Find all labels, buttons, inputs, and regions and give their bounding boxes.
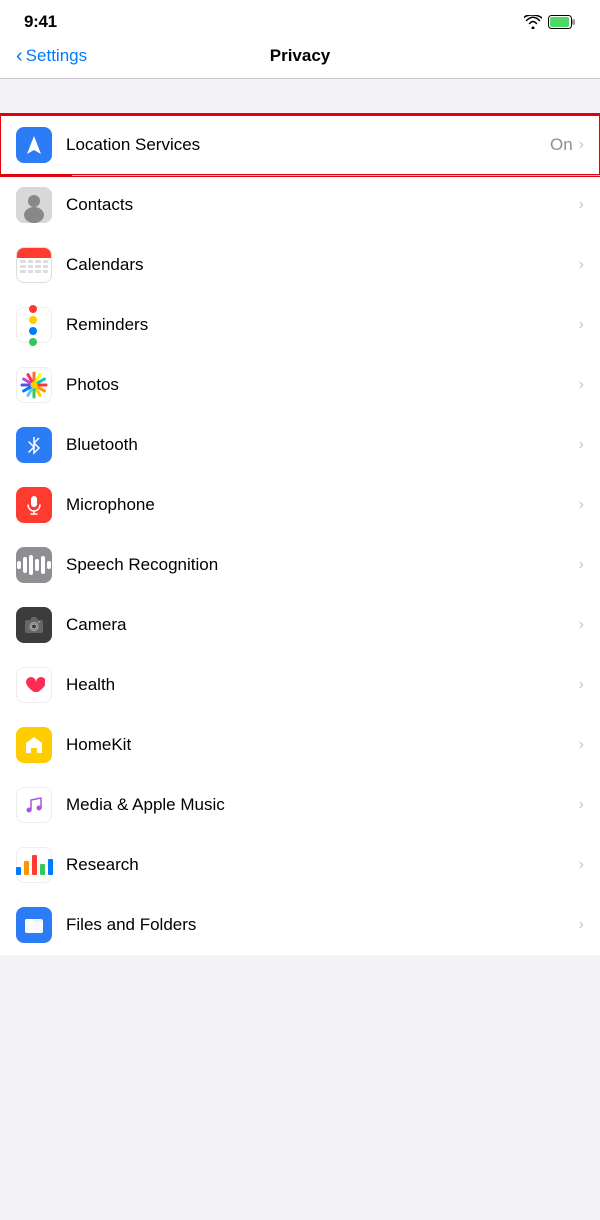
camera-icon [16, 607, 52, 643]
back-label: Settings [26, 46, 87, 66]
chevron-icon: › [579, 736, 584, 754]
settings-row-camera[interactable]: Camera› [0, 595, 600, 655]
row-label-media-apple-music: Media & Apple Music [66, 795, 579, 815]
row-value-location-services: On [550, 135, 573, 155]
settings-row-calendars[interactable]: Calendars› [0, 235, 600, 295]
battery-icon [548, 15, 576, 29]
row-label-health: Health [66, 675, 579, 695]
settings-row-location-services[interactable]: Location ServicesOn › [0, 115, 600, 175]
chevron-icon: › [579, 556, 584, 574]
back-chevron-icon: ‹ [16, 45, 23, 68]
chevron-icon: › [579, 316, 584, 334]
status-icons [524, 15, 576, 29]
settings-row-microphone[interactable]: Microphone› [0, 475, 600, 535]
row-label-contacts: Contacts [66, 195, 579, 215]
row-label-bluetooth: Bluetooth [66, 435, 579, 455]
row-label-calendars: Calendars [66, 255, 579, 275]
reminders-icon [16, 307, 52, 343]
row-label-homekit: HomeKit [66, 735, 579, 755]
settings-row-health[interactable]: Health› [0, 655, 600, 715]
page-title: Privacy [270, 46, 331, 66]
microphone-icon [16, 487, 52, 523]
chevron-icon: › [579, 136, 584, 154]
location-icon [16, 127, 52, 163]
health-icon [16, 667, 52, 703]
status-time: 9:41 [24, 12, 57, 32]
chevron-icon: › [579, 496, 584, 514]
chevron-icon: › [579, 436, 584, 454]
row-label-location-services: Location Services [66, 135, 550, 155]
bluetooth-icon [16, 427, 52, 463]
chevron-icon: › [579, 256, 584, 274]
settings-row-speech-recognition[interactable]: Speech Recognition› [0, 535, 600, 595]
research-icon [16, 847, 52, 883]
settings-row-contacts[interactable]: Contacts› [0, 175, 600, 235]
music-icon [16, 787, 52, 823]
settings-list: Location ServicesOn› Contacts› Calendars… [0, 115, 600, 955]
chevron-icon: › [579, 796, 584, 814]
chevron-icon: › [579, 676, 584, 694]
row-label-files-and-folders: Files and Folders [66, 915, 579, 935]
files-icon [16, 907, 52, 943]
settings-row-research[interactable]: Research› [0, 835, 600, 895]
chevron-icon: › [579, 616, 584, 634]
status-bar: 9:41 [0, 0, 600, 40]
nav-bar: ‹ Settings Privacy [0, 40, 600, 79]
row-label-microphone: Microphone [66, 495, 579, 515]
settings-row-homekit[interactable]: HomeKit› [0, 715, 600, 775]
settings-row-reminders[interactable]: Reminders› [0, 295, 600, 355]
row-label-camera: Camera [66, 615, 579, 635]
photos-icon [16, 367, 52, 403]
settings-row-photos[interactable]: Photos› [0, 355, 600, 415]
row-label-speech-recognition: Speech Recognition [66, 555, 579, 575]
contacts-icon [16, 187, 52, 223]
settings-row-files-and-folders[interactable]: Files and Folders› [0, 895, 600, 955]
row-label-photos: Photos [66, 375, 579, 395]
row-label-research: Research [66, 855, 579, 875]
section-spacer [0, 79, 600, 115]
chevron-icon: › [579, 916, 584, 934]
homekit-icon [16, 727, 52, 763]
speech-icon [16, 547, 52, 583]
row-label-reminders: Reminders [66, 315, 579, 335]
chevron-icon: › [579, 856, 584, 874]
back-button[interactable]: ‹ Settings [16, 45, 87, 68]
chevron-icon: › [579, 196, 584, 214]
settings-row-bluetooth[interactable]: Bluetooth› [0, 415, 600, 475]
wifi-icon [524, 15, 542, 29]
chevron-icon: › [579, 376, 584, 394]
calendars-icon [16, 247, 52, 283]
settings-row-media-apple-music[interactable]: Media & Apple Music› [0, 775, 600, 835]
